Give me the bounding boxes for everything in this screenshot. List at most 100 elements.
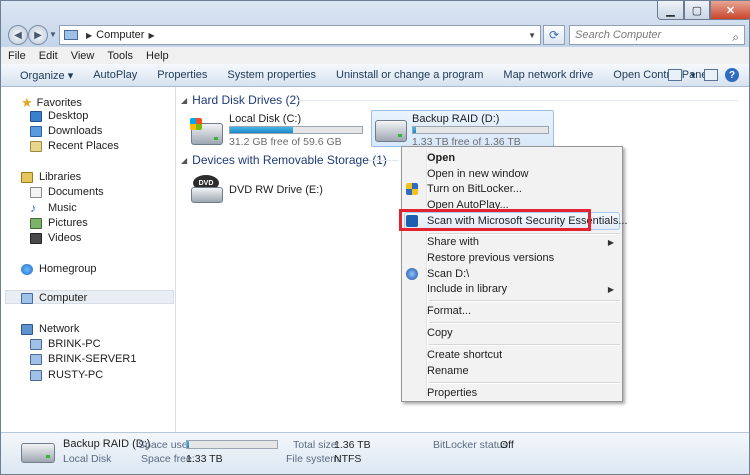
- menu-item-rename[interactable]: Rename: [427, 365, 469, 377]
- libraries-icon: [21, 171, 33, 183]
- nav-pictures[interactable]: Pictures: [30, 217, 88, 229]
- drive-usage-fill: [230, 127, 294, 133]
- maximize-button[interactable]: ▢: [684, 1, 710, 20]
- back-button[interactable]: ◀: [8, 25, 28, 45]
- chevron-down-icon[interactable]: ▼: [689, 71, 697, 80]
- minimize-button[interactable]: ▁: [657, 1, 684, 20]
- group-header-hdd[interactable]: ◢ Hard Disk Drives (2): [181, 93, 300, 107]
- drive-name: DVD RW Drive (E:): [229, 184, 323, 196]
- nav-pictures-label: Pictures: [48, 217, 88, 229]
- forward-button[interactable]: ▶: [28, 25, 48, 45]
- drive-led-icon: [398, 134, 402, 137]
- menu-item-format[interactable]: Format...: [427, 305, 471, 317]
- menu-item-bitlocker[interactable]: Turn on BitLocker...: [427, 183, 522, 195]
- uninstall-program-button[interactable]: Uninstall or change a program: [326, 69, 493, 81]
- menu-item-restore-versions[interactable]: Restore previous versions: [427, 252, 554, 264]
- nav-favorites-label: Favorites: [36, 97, 82, 109]
- nav-favorites[interactable]: ★ Favorites: [21, 95, 82, 111]
- change-view-icon[interactable]: [668, 69, 683, 81]
- nav-recent-places[interactable]: Recent Places: [30, 140, 119, 152]
- nav-downloads-label: Downloads: [48, 125, 103, 137]
- drive-name: Backup RAID (D:): [412, 113, 500, 125]
- menu-item-scan-d[interactable]: Scan D:\: [427, 268, 469, 280]
- nav-desktop[interactable]: Desktop: [30, 110, 88, 122]
- menu-item-properties[interactable]: Properties: [427, 387, 477, 399]
- properties-button[interactable]: Properties: [147, 69, 217, 81]
- menu-edit[interactable]: Edit: [39, 50, 58, 62]
- nav-desktop-label: Desktop: [48, 110, 89, 122]
- nav-documents[interactable]: Documents: [30, 186, 104, 198]
- details-total-size: 1.36 TB: [334, 439, 371, 451]
- system-properties-button[interactable]: System properties: [217, 69, 326, 81]
- menu-item-create-shortcut[interactable]: Create shortcut: [427, 349, 502, 361]
- chevron-right-icon[interactable]: ▶: [148, 31, 154, 40]
- menu-separator: [429, 233, 620, 235]
- recent-pages-dropdown[interactable]: ▼: [49, 30, 57, 39]
- autoplay-button[interactable]: AutoPlay: [83, 69, 147, 81]
- annotation-highlight-box: [399, 209, 591, 231]
- group-divider: [369, 160, 399, 161]
- collapse-triangle-icon[interactable]: ◢: [181, 96, 187, 105]
- nav-computer[interactable]: Computer: [21, 292, 87, 304]
- nav-network-pc-label: RUSTY-PC: [48, 369, 104, 381]
- menu-item-copy[interactable]: Copy: [427, 327, 453, 339]
- chevron-right-icon[interactable]: ▶: [86, 31, 92, 40]
- menu-item-share-with[interactable]: Share with: [427, 236, 479, 248]
- group-divider: [298, 100, 738, 101]
- nav-computer-label: Computer: [39, 292, 88, 304]
- collapse-triangle-icon[interactable]: ◢: [181, 156, 187, 165]
- drive-led-icon: [46, 455, 50, 458]
- close-button[interactable]: ✕: [710, 1, 750, 20]
- search-icon[interactable]: ⌕: [732, 28, 739, 46]
- address-segment-computer[interactable]: Computer: [96, 29, 144, 41]
- preview-pane-icon[interactable]: [704, 69, 718, 81]
- nav-network[interactable]: Network: [21, 323, 79, 335]
- nav-network-pc[interactable]: BRINK-PC: [30, 338, 101, 350]
- submenu-arrow-icon: ▶: [607, 238, 614, 247]
- explorer-window: ▁ ▢ ✕ ◀ ▶ ▼ ▶ Computer ▶ ▼ ⟳ Search Comp…: [0, 0, 750, 475]
- nav-libraries[interactable]: Libraries: [21, 171, 81, 183]
- address-bar[interactable]: ▶ Computer ▶ ▼: [59, 25, 541, 45]
- details-usage-bar: [186, 440, 278, 449]
- drive-led-icon: [214, 137, 218, 140]
- shield-icon: [406, 183, 418, 195]
- details-type: Local Disk: [63, 453, 112, 465]
- computer-icon: [30, 338, 42, 350]
- menu-item-open-new-window[interactable]: Open in new window: [427, 168, 529, 180]
- menu-tools[interactable]: Tools: [107, 50, 133, 62]
- menu-separator: [429, 344, 620, 346]
- documents-icon: [30, 186, 42, 198]
- menu-item-include-library[interactable]: Include in library: [427, 283, 507, 295]
- hard-drive-icon: [375, 120, 407, 142]
- menu-item-open[interactable]: Open: [427, 152, 455, 164]
- nav-music[interactable]: ♪ Music: [30, 201, 77, 215]
- help-icon[interactable]: ?: [725, 68, 739, 82]
- group-header-removable[interactable]: ◢ Devices with Removable Storage (1): [181, 153, 387, 167]
- scan-icon: [406, 268, 418, 280]
- desktop-icon: [30, 110, 42, 122]
- drive-usage-bar: [412, 126, 549, 134]
- menu-separator: [429, 382, 620, 384]
- nav-network-pc[interactable]: RUSTY-PC: [30, 369, 103, 381]
- homegroup-icon: [21, 263, 33, 275]
- map-network-drive-button[interactable]: Map network drive: [493, 69, 603, 81]
- nav-downloads[interactable]: Downloads: [30, 125, 102, 137]
- menu-help[interactable]: Help: [146, 50, 169, 62]
- organize-button[interactable]: Organize ▾: [1, 69, 83, 82]
- chevron-down-icon[interactable]: ▼: [528, 31, 536, 40]
- search-input[interactable]: Search Computer ⌕: [569, 25, 745, 45]
- dvd-drive-icon: DVD: [191, 175, 223, 205]
- nav-music-label: Music: [48, 202, 77, 214]
- nav-network-pc[interactable]: BRINK-SERVER1: [30, 353, 136, 365]
- menu-view[interactable]: View: [71, 50, 95, 62]
- nav-recent-places-label: Recent Places: [48, 140, 119, 152]
- refresh-icon: ⟳: [548, 28, 560, 42]
- menu-file[interactable]: File: [8, 50, 26, 62]
- nav-videos[interactable]: Videos: [30, 232, 81, 244]
- pictures-icon: [30, 217, 42, 229]
- refresh-button[interactable]: ⟳: [543, 25, 565, 45]
- computer-icon: [64, 30, 78, 40]
- drive-name: Local Disk (C:): [229, 113, 302, 125]
- details-bitlocker-value: Off: [500, 439, 514, 451]
- nav-homegroup[interactable]: Homegroup: [21, 263, 96, 275]
